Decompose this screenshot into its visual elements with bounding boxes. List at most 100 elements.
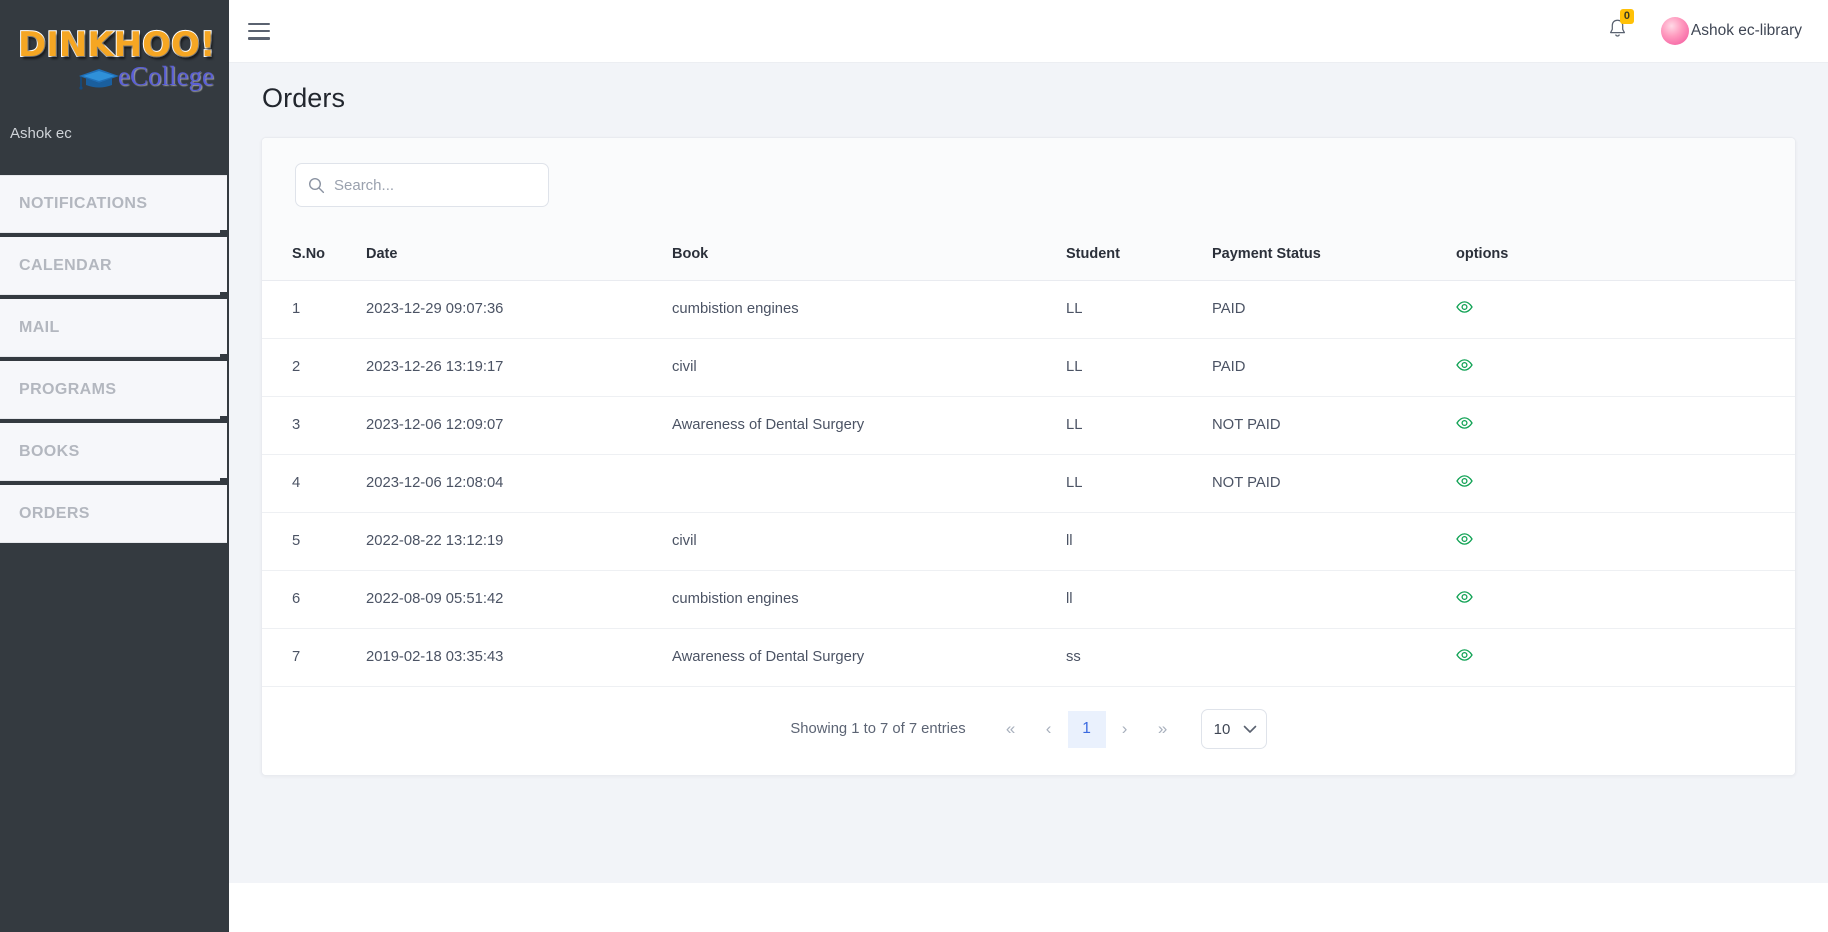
sidebar-item-label: ORDERS [19, 505, 90, 523]
cell-student: LL [1066, 397, 1212, 455]
per-page-value: 10 [1214, 721, 1231, 738]
search-icon [308, 177, 325, 194]
cell-book: civil [672, 513, 1066, 571]
cell-student: LL [1066, 281, 1212, 339]
pagination-next-button[interactable]: › [1106, 711, 1144, 748]
cell-options [1456, 397, 1795, 455]
cell-options [1456, 513, 1795, 571]
hamburger-icon[interactable] [248, 23, 270, 40]
cell-book: Awareness of Dental Surgery [672, 629, 1066, 687]
logo-secondary-text: eCollege [118, 63, 214, 90]
view-order-eye-icon[interactable] [1456, 591, 1473, 607]
page-title: Orders [261, 63, 1796, 137]
cell-sno: 5 [262, 513, 366, 571]
sidebar-item-programs[interactable]: PROGRAMS [0, 361, 227, 419]
cell-book: civil [672, 339, 1066, 397]
sidebar-item-calendar[interactable]: CALENDAR [0, 237, 227, 295]
footer-strip [229, 883, 1828, 932]
pagination-last-button[interactable]: » [1144, 711, 1182, 748]
cell-payment-status [1212, 629, 1456, 687]
orders-table: S.No Date Book Student Payment Status op… [262, 230, 1795, 687]
per-page-select[interactable]: 10 [1201, 709, 1267, 749]
cell-options [1456, 629, 1795, 687]
search-area [262, 138, 1795, 230]
view-order-eye-icon[interactable] [1456, 359, 1473, 375]
cell-sno: 4 [262, 455, 366, 513]
sidebar-user-label: Ashok ec [0, 119, 229, 175]
table-row[interactable]: 5 2022-08-22 13:12:19 civil ll [262, 513, 1795, 571]
app-root: DINKHOO! eCollege Ashok ec NOTIFICATIONS… [0, 0, 1828, 932]
cell-book [672, 455, 1066, 513]
cell-options [1456, 339, 1795, 397]
sidebar-item-label: NOTIFICATIONS [19, 195, 147, 213]
cell-sno: 7 [262, 629, 366, 687]
brand-header[interactable]: DINKHOO! eCollege [0, 0, 229, 119]
table-row[interactable]: 3 2023-12-06 12:09:07 Awareness of Denta… [262, 397, 1795, 455]
user-menu[interactable]: Ashok ec-library [1661, 17, 1802, 45]
cell-payment-status: NOT PAID [1212, 397, 1456, 455]
column-header-sno[interactable]: S.No [262, 230, 366, 281]
graduation-cap-icon [78, 68, 120, 90]
search-input[interactable] [334, 177, 536, 194]
cell-options [1456, 281, 1795, 339]
cell-sno: 6 [262, 571, 366, 629]
cell-date: 2019-02-18 03:35:43 [366, 629, 672, 687]
cell-date: 2022-08-09 05:51:42 [366, 571, 672, 629]
search-box[interactable] [295, 163, 549, 207]
sidebar-nav: NOTIFICATIONS CALENDAR MAIL PROGRAMS BOO… [0, 175, 229, 543]
cell-payment-status [1212, 571, 1456, 629]
cell-student: LL [1066, 455, 1212, 513]
cell-sno: 1 [262, 281, 366, 339]
cell-payment-status: NOT PAID [1212, 455, 1456, 513]
table-row[interactable]: 6 2022-08-09 05:51:42 cumbistion engines… [262, 571, 1795, 629]
pagination-prev-button[interactable]: ‹ [1030, 711, 1068, 748]
cell-student: ss [1066, 629, 1212, 687]
showing-entries-label: Showing 1 to 7 of 7 entries [790, 721, 965, 737]
chevron-down-icon [1243, 725, 1257, 734]
column-header-options[interactable]: options [1456, 230, 1795, 281]
column-header-book[interactable]: Book [672, 230, 1066, 281]
cell-payment-status: PAID [1212, 339, 1456, 397]
sidebar-item-mail[interactable]: MAIL [0, 299, 227, 357]
cell-date: 2022-08-22 13:12:19 [366, 513, 672, 571]
cell-sno: 3 [262, 397, 366, 455]
pagination-first-button[interactable]: « [992, 711, 1030, 748]
view-order-eye-icon[interactable] [1456, 417, 1473, 433]
table-row[interactable]: 1 2023-12-29 09:07:36 cumbistion engines… [262, 281, 1795, 339]
column-header-student[interactable]: Student [1066, 230, 1212, 281]
view-order-eye-icon[interactable] [1456, 301, 1473, 317]
cell-payment-status [1212, 513, 1456, 571]
main-area: 0 Ashok ec-library Orders [229, 0, 1828, 932]
logo: DINKHOO! eCollege [12, 10, 222, 102]
sidebar-item-label: CALENDAR [19, 257, 112, 275]
column-header-date[interactable]: Date [366, 230, 672, 281]
table-row[interactable]: 2 2023-12-26 13:19:17 civil LL PAID [262, 339, 1795, 397]
pagination-page-1-button[interactable]: 1 [1068, 711, 1106, 748]
cell-book: Awareness of Dental Surgery [672, 397, 1066, 455]
column-header-payment-status[interactable]: Payment Status [1212, 230, 1456, 281]
user-name-label: Ashok ec-library [1691, 22, 1802, 40]
view-order-eye-icon[interactable] [1456, 533, 1473, 549]
cell-student: ll [1066, 513, 1212, 571]
notification-bell-button[interactable]: 0 [1608, 18, 1627, 44]
cell-book: cumbistion engines [672, 571, 1066, 629]
view-order-eye-icon[interactable] [1456, 649, 1473, 665]
cell-date: 2023-12-06 12:09:07 [366, 397, 672, 455]
orders-card: S.No Date Book Student Payment Status op… [261, 137, 1796, 776]
table-header-row: S.No Date Book Student Payment Status op… [262, 230, 1795, 281]
view-order-eye-icon[interactable] [1456, 475, 1473, 491]
table-row[interactable]: 4 2023-12-06 12:08:04 LL NOT PAID [262, 455, 1795, 513]
logo-primary-text: DINKHOO! [18, 28, 215, 62]
sidebar-item-label: PROGRAMS [19, 381, 116, 399]
sidebar-item-books[interactable]: BOOKS [0, 423, 227, 481]
cell-date: 2023-12-06 12:08:04 [366, 455, 672, 513]
cell-date: 2023-12-26 13:19:17 [366, 339, 672, 397]
user-avatar [1661, 17, 1689, 45]
sidebar-item-notifications[interactable]: NOTIFICATIONS [0, 175, 227, 233]
cell-payment-status: PAID [1212, 281, 1456, 339]
table-row[interactable]: 7 2019-02-18 03:35:43 Awareness of Denta… [262, 629, 1795, 687]
cell-student: LL [1066, 339, 1212, 397]
sidebar-item-orders[interactable]: ORDERS [0, 485, 227, 543]
cell-sno: 2 [262, 339, 366, 397]
table-body: 1 2023-12-29 09:07:36 cumbistion engines… [262, 281, 1795, 687]
